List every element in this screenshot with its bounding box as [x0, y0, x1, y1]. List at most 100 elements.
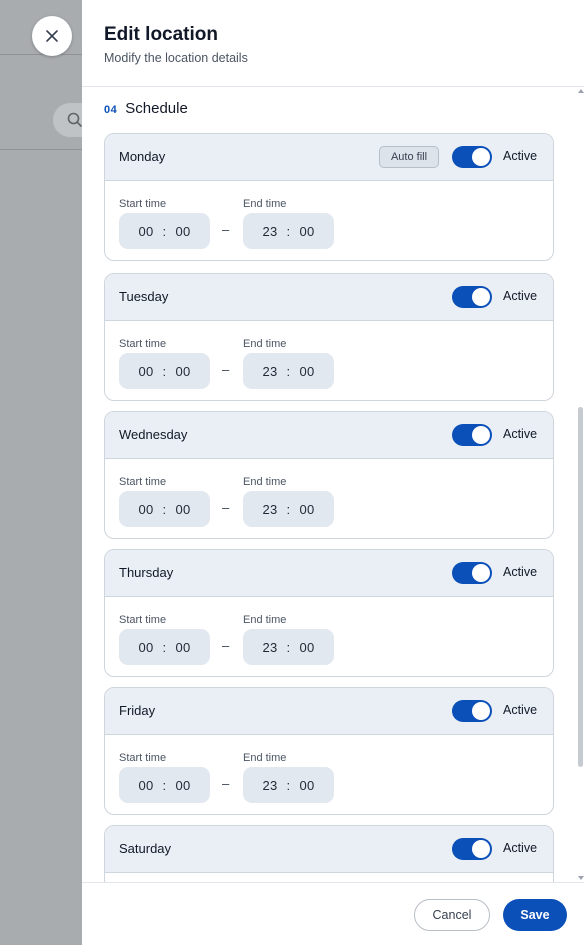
end-time-input[interactable]: 23:00 — [243, 767, 334, 803]
end-minute: 00 — [299, 501, 315, 517]
end-time-input[interactable]: 23:00 — [243, 629, 334, 665]
scrollbar-thumb[interactable] — [578, 407, 583, 767]
start-time-label: Start time — [119, 338, 167, 350]
toggle-knob — [472, 148, 490, 166]
day-card-tuesday: Tuesday Active Start time End time 00:00… — [104, 273, 554, 401]
start-time-input[interactable]: 00:00 — [119, 629, 210, 665]
end-time-label: End time — [243, 198, 287, 210]
toggle-knob — [472, 288, 490, 306]
toggle-knob — [472, 840, 490, 858]
end-hour: 23 — [262, 363, 278, 379]
active-toggle[interactable] — [452, 286, 492, 308]
time-colon: : — [162, 501, 167, 517]
end-minute: 00 — [299, 777, 315, 793]
start-minute: 00 — [175, 363, 191, 379]
end-time-label: End time — [243, 338, 287, 350]
end-time-label: End time — [243, 752, 287, 764]
start-hour: 00 — [138, 501, 154, 517]
edit-location-drawer: Edit location Modify the location detail… — [82, 0, 584, 945]
day-card-saturday: Saturday Active — [104, 825, 554, 882]
time-colon: : — [286, 223, 291, 239]
cancel-button[interactable]: Cancel — [414, 899, 490, 931]
drawer-subtitle: Modify the location details — [104, 51, 248, 65]
toggle-knob — [472, 426, 490, 444]
start-minute: 00 — [175, 223, 191, 239]
day-card-header: Monday Auto fill Active — [105, 134, 553, 181]
toggle-knob — [472, 564, 490, 582]
start-hour: 00 — [138, 777, 154, 793]
auto-fill-button[interactable]: Auto fill — [379, 146, 439, 168]
active-label: Active — [503, 703, 538, 717]
start-time-input[interactable]: 00:00 — [119, 491, 210, 527]
start-time-input[interactable]: 00:00 — [119, 767, 210, 803]
day-card-thursday: Thursday Active Start time End time 00:0… — [104, 549, 554, 677]
time-colon: : — [162, 223, 167, 239]
time-colon: : — [286, 501, 291, 517]
start-time-label: Start time — [119, 752, 167, 764]
day-card-wednesday: Wednesday Active Start time End time 00:… — [104, 411, 554, 539]
start-time-input[interactable]: 00:00 — [119, 213, 210, 249]
drawer-scrollbar[interactable] — [578, 87, 584, 882]
time-row: Start time End time 00:00 – 23:00 — [105, 321, 553, 400]
day-card-friday: Friday Active Start time End time 00:00 … — [104, 687, 554, 815]
end-time-input[interactable]: 23:00 — [243, 213, 334, 249]
active-toggle[interactable] — [452, 562, 492, 584]
day-name: Saturday — [119, 841, 172, 856]
end-hour: 23 — [262, 501, 278, 517]
day-name: Monday — [119, 149, 166, 164]
active-label: Active — [503, 289, 538, 303]
time-colon: : — [162, 363, 167, 379]
time-range-dash: – — [222, 500, 230, 515]
end-minute: 00 — [299, 639, 315, 655]
end-hour: 23 — [262, 777, 278, 793]
start-time-input[interactable]: 00:00 — [119, 353, 210, 389]
end-time-input[interactable]: 23:00 — [243, 491, 334, 527]
time-row: Start time End time 00:00 – 23:00 — [105, 735, 553, 814]
end-minute: 00 — [299, 363, 315, 379]
close-button[interactable] — [32, 16, 72, 56]
end-hour: 23 — [262, 639, 278, 655]
scroll-up-arrow-icon[interactable] — [578, 89, 584, 93]
active-toggle[interactable] — [452, 838, 492, 860]
section-number: 04 — [104, 104, 118, 116]
time-row: Start time End time 00:00 – 23:00 — [105, 597, 553, 676]
time-colon: : — [286, 363, 291, 379]
end-minute: 00 — [299, 223, 315, 239]
day-card-header: Friday Active — [105, 688, 553, 735]
time-row: Start time End time 00:00 – 23:00 — [105, 181, 553, 260]
time-colon: : — [162, 639, 167, 655]
start-hour: 00 — [138, 639, 154, 655]
time-row: Start time End time 00:00 – 23:00 — [105, 459, 553, 538]
time-range-dash: – — [222, 776, 230, 791]
start-hour: 00 — [138, 363, 154, 379]
start-time-label: Start time — [119, 476, 167, 488]
toggle-knob — [472, 702, 490, 720]
day-name: Tuesday — [119, 289, 169, 304]
time-range-dash: – — [222, 362, 230, 377]
day-name: Wednesday — [119, 427, 188, 442]
start-hour: 00 — [138, 223, 154, 239]
end-time-label: End time — [243, 476, 287, 488]
drawer-body[interactable]: 04 Schedule Monday Auto fill Active Star… — [82, 87, 584, 882]
section-title: Schedule — [125, 100, 188, 117]
drawer-header: Edit location Modify the location detail… — [82, 0, 584, 87]
active-toggle[interactable] — [452, 146, 492, 168]
day-card-header: Saturday Active — [105, 826, 553, 873]
time-colon: : — [286, 639, 291, 655]
drawer-footer: Cancel Save — [82, 882, 584, 945]
time-colon: : — [162, 777, 167, 793]
active-label: Active — [503, 427, 538, 441]
active-label: Active — [503, 565, 538, 579]
day-name: Friday — [119, 703, 156, 718]
start-minute: 00 — [175, 777, 191, 793]
save-button[interactable]: Save — [503, 899, 567, 931]
time-colon: : — [286, 777, 291, 793]
scroll-down-arrow-icon[interactable] — [578, 876, 584, 880]
active-toggle[interactable] — [452, 424, 492, 446]
end-time-input[interactable]: 23:00 — [243, 353, 334, 389]
day-card-header: Thursday Active — [105, 550, 553, 597]
day-card-monday: Monday Auto fill Active Start time End t… — [104, 133, 554, 261]
active-toggle[interactable] — [452, 700, 492, 722]
time-range-dash: – — [222, 222, 230, 237]
section-header: 04 Schedule — [104, 100, 188, 117]
